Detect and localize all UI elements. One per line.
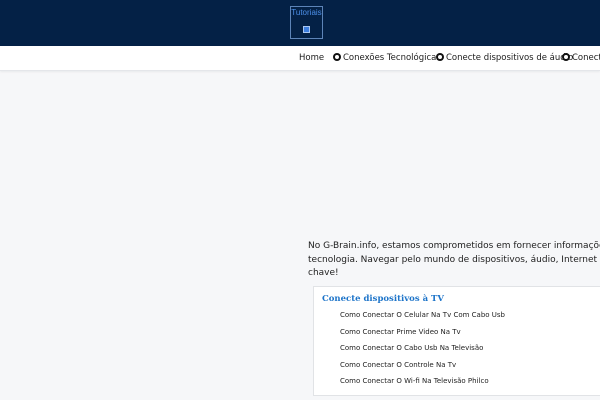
site-logo[interactable]: Tutoriais	[290, 6, 323, 39]
related-links-card: Conecte dispositivos à TV Como Conectar …	[313, 286, 600, 396]
card-title: Conecte dispositivos à TV	[322, 294, 444, 304]
nav-item-conexoes-tecnologicas[interactable]: Conexões Tecnológicas	[333, 53, 441, 63]
card-link-list: Como Conectar O Celular Na Tv Com Cabo U…	[340, 307, 505, 390]
nav-item-label: Conexões Tecnológicas	[343, 53, 441, 63]
card-link[interactable]: Como Conectar Prime Video Na Tv	[340, 324, 505, 341]
nav-item-conecte[interactable]: Conecte	[562, 53, 600, 63]
nav-item-label: Conecte	[572, 53, 600, 63]
logo-icon	[303, 26, 310, 33]
chrome-icon	[436, 53, 444, 61]
nav-item-home[interactable]: Home	[299, 53, 324, 63]
intro-line: No G-Brain.info, estamos comprometidos e…	[308, 241, 600, 251]
nav-item-label: Home	[299, 53, 325, 63]
intro-line: tecnologia. Navegar pelo mundo de dispos…	[308, 254, 600, 265]
card-link[interactable]: Como Conectar O Celular Na Tv Com Cabo U…	[340, 307, 505, 324]
nav-item-conecte-audio[interactable]: Conecte dispositivos de áudio	[436, 53, 573, 63]
main-nav: Home Conexões Tecnológicas Conecte dispo…	[0, 46, 600, 71]
card-link[interactable]: Como Conectar O Wi-fi Na Televisão Philc…	[340, 373, 505, 390]
chrome-icon	[562, 53, 570, 61]
chrome-icon	[333, 53, 341, 61]
site-header: Tutoriais	[0, 0, 600, 46]
logo-text: Tutoriais	[291, 8, 322, 17]
nav-item-label: Conecte dispositivos de áudio	[446, 53, 574, 63]
card-link[interactable]: Como Conectar O Cabo Usb Na Televisão	[340, 340, 505, 357]
intro-line: chave!	[308, 268, 339, 278]
intro-paragraph: No G-Brain.info, estamos comprometidos e…	[308, 240, 600, 281]
card-link[interactable]: Como Conectar O Controle Na Tv	[340, 357, 505, 374]
